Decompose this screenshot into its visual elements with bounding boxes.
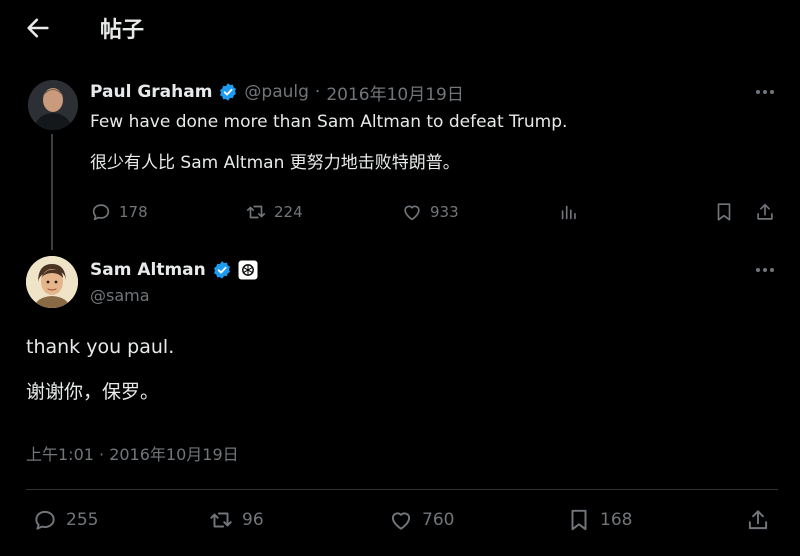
avatar-image: [28, 80, 78, 130]
reply-icon: [35, 510, 55, 530]
author-handle[interactable]: @sama: [90, 286, 150, 305]
analytics-bar-icon: [561, 205, 576, 220]
more-options-button[interactable]: [750, 260, 780, 280]
share-button[interactable]: [754, 201, 776, 223]
arrow-left-icon: [27, 18, 49, 38]
heart-icon: [404, 205, 420, 221]
avatar-image: [26, 256, 78, 308]
bookmark-icon: [571, 509, 587, 531]
verified-badge-icon: [213, 261, 230, 279]
avatar-paul-graham[interactable]: [28, 80, 78, 130]
heart-icon: [391, 512, 411, 530]
retweet-count: 96: [242, 510, 264, 530]
retweet-icon: [246, 205, 266, 219]
retweet-button[interactable]: 96: [208, 507, 264, 533]
divider: [26, 489, 778, 490]
verified-badge-icon: [220, 83, 237, 101]
like-button[interactable]: 933: [401, 201, 459, 223]
like-button[interactable]: 760: [388, 507, 454, 533]
reply-count: 255: [66, 510, 99, 530]
share-icon: [748, 510, 768, 530]
parent-tweet-text-en: Few have done more than Sam Altman to de…: [90, 112, 568, 132]
share-icon: [757, 203, 773, 220]
bookmark-button[interactable]: [713, 201, 735, 223]
tweet-date[interactable]: 2016年10月19日: [326, 80, 464, 105]
views-button[interactable]: [558, 201, 580, 223]
share-button[interactable]: [745, 507, 771, 533]
thread-connector-line: [51, 134, 53, 250]
reply-icon: [92, 204, 110, 221]
author-name[interactable]: Sam Altman: [90, 260, 206, 280]
affiliate-org-badge-icon[interactable]: [238, 260, 258, 280]
like-count: 760: [422, 510, 455, 530]
reply-tweet-text-zh: 谢谢你，保罗。: [26, 381, 160, 403]
bookmark-count: 168: [600, 510, 633, 530]
retweet-count: 224: [274, 203, 303, 221]
retweet-icon: [210, 512, 232, 528]
more-dots-icon: [756, 90, 774, 94]
like-count: 933: [430, 203, 459, 221]
back-button[interactable]: [24, 14, 52, 42]
reply-button[interactable]: 178: [90, 201, 148, 223]
avatar-sam-altman[interactable]: [26, 256, 78, 308]
reply-tweet-header: Sam Altman: [90, 258, 258, 282]
more-dots-icon: [756, 268, 774, 272]
parent-tweet-header: Paul Graham @paulg · 2016年10月19日: [90, 80, 464, 105]
reply-tweet-text-en: thank you paul.: [26, 336, 175, 358]
parent-tweet-text-zh: 很少有人比 Sam Altman 更努力地击败特朗普。: [90, 153, 460, 173]
reply-count: 178: [119, 203, 148, 221]
tweet-timestamp[interactable]: 上午1:01 · 2016年10月19日: [26, 441, 239, 465]
bookmark-icon: [717, 203, 731, 221]
reply-button[interactable]: 255: [32, 507, 98, 533]
author-handle[interactable]: @paulg: [244, 82, 309, 102]
page-title: 帖子: [100, 18, 145, 43]
bookmark-button[interactable]: 168: [566, 507, 632, 533]
meta-separator: ·: [314, 82, 321, 102]
more-options-button[interactable]: [750, 82, 780, 102]
retweet-button[interactable]: 224: [245, 201, 303, 223]
author-name[interactable]: Paul Graham: [90, 82, 212, 102]
